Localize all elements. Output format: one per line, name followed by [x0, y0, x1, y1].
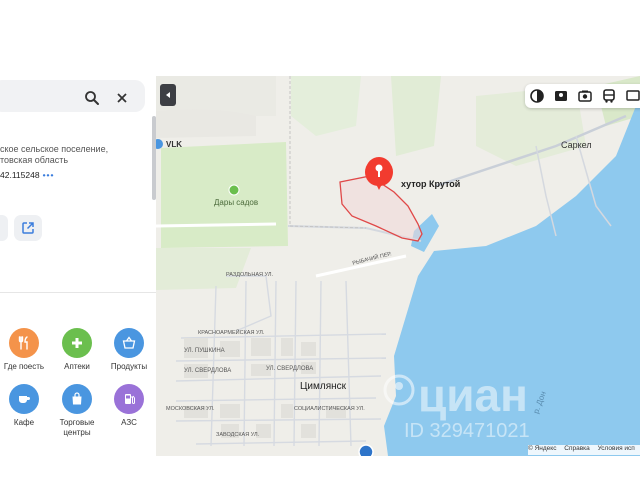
park-label: Дары садов: [214, 198, 259, 207]
marker-label[interactable]: хутор Крутой: [401, 179, 460, 189]
place-coordinates[interactable]: 42.115248 •••: [0, 170, 55, 180]
bag-icon: [62, 384, 92, 414]
help-link[interactable]: Справка: [564, 445, 590, 452]
transit-icon: [358, 444, 374, 456]
category-groceries[interactable]: Продукты: [103, 328, 155, 372]
chevron-left-icon: [166, 92, 170, 98]
share-button[interactable]: [14, 215, 42, 241]
top-blank-area: [0, 0, 640, 76]
street-label: ЗАВОДСКАЯ УЛ.: [216, 432, 260, 438]
copyright-link[interactable]: © Яндекс: [528, 445, 556, 452]
park-area: [161, 142, 288, 248]
map-view[interactable]: VLK Дары садов хутор Крутой Саркел Цимля…: [156, 76, 640, 456]
coordinates-value: 42.115248: [0, 170, 40, 180]
map-toolbar: [525, 84, 640, 108]
search-icon[interactable]: [84, 90, 100, 106]
category-fuel[interactable]: АЗС: [103, 384, 155, 428]
share-icon: [22, 222, 34, 234]
map-footer: © Яндекс Справка Условия исп: [528, 445, 640, 455]
category-cafe[interactable]: Кафе: [0, 384, 50, 428]
street-label: УЛ. СВЕРДЛОВА: [184, 368, 232, 374]
action-button[interactable]: [0, 215, 8, 241]
more-tools-icon[interactable]: [625, 88, 640, 104]
panorama-icon[interactable]: [553, 88, 569, 104]
section-divider: [0, 292, 156, 293]
plus-icon: [62, 328, 92, 358]
category-label: Где поесть: [3, 362, 45, 371]
watermark-text: циан: [418, 369, 528, 421]
street-label: УЛ. ПУШКИНА: [184, 348, 225, 354]
sarkel-label: Саркел: [561, 140, 592, 150]
more-icon[interactable]: •••: [43, 170, 55, 180]
city-label[interactable]: Цимлянск: [300, 381, 346, 392]
street-label: СОЦИАЛИСТИЧЕСКАЯ УЛ.: [294, 406, 365, 412]
category-label: Продукты: [110, 362, 148, 371]
category-label: Торговые центры: [59, 418, 95, 437]
map-canvas: [156, 76, 640, 456]
cup-icon: [9, 384, 39, 414]
street-label: КРАСНОАРМЕЙСКАЯ УЛ.: [198, 330, 265, 336]
watermark-id: ID 329471021: [404, 420, 530, 442]
close-icon[interactable]: [114, 90, 130, 106]
street-label: МОСКОВСКАЯ УЛ.: [166, 406, 215, 412]
address-line-2: товская область: [0, 155, 69, 165]
bottom-blank-area: [0, 456, 640, 480]
street-label: УЛ. СВЕРДЛОВА: [266, 366, 314, 372]
category-label: Кафе: [13, 418, 35, 427]
category-label: Аптеки: [64, 362, 90, 371]
layers-icon[interactable]: [529, 88, 545, 104]
terms-link[interactable]: Условия исп: [598, 445, 635, 452]
airport-label: VLK: [166, 140, 182, 149]
fuel-icon: [114, 384, 144, 414]
category-food[interactable]: Где поесть: [0, 328, 50, 372]
side-panel: ское сельское поселение, товская область…: [0, 76, 156, 456]
fork-knife-icon: [9, 328, 39, 358]
park-icon: [228, 184, 240, 196]
basket-icon: [114, 328, 144, 358]
address-line-1: ское сельское поселение,: [0, 144, 109, 154]
camera-icon[interactable]: [577, 88, 593, 104]
street-label: РАЗДОЛЬНАЯ УЛ.: [226, 272, 273, 278]
collapse-panel-button[interactable]: [160, 84, 176, 106]
place-address: ское сельское поселение, товская область: [0, 144, 152, 166]
category-label: АЗС: [121, 418, 137, 427]
category-malls[interactable]: Торговые центры: [51, 384, 103, 438]
bus-icon[interactable]: [601, 88, 617, 104]
search-input[interactable]: [0, 80, 145, 112]
category-pharmacy[interactable]: Аптеки: [51, 328, 103, 372]
